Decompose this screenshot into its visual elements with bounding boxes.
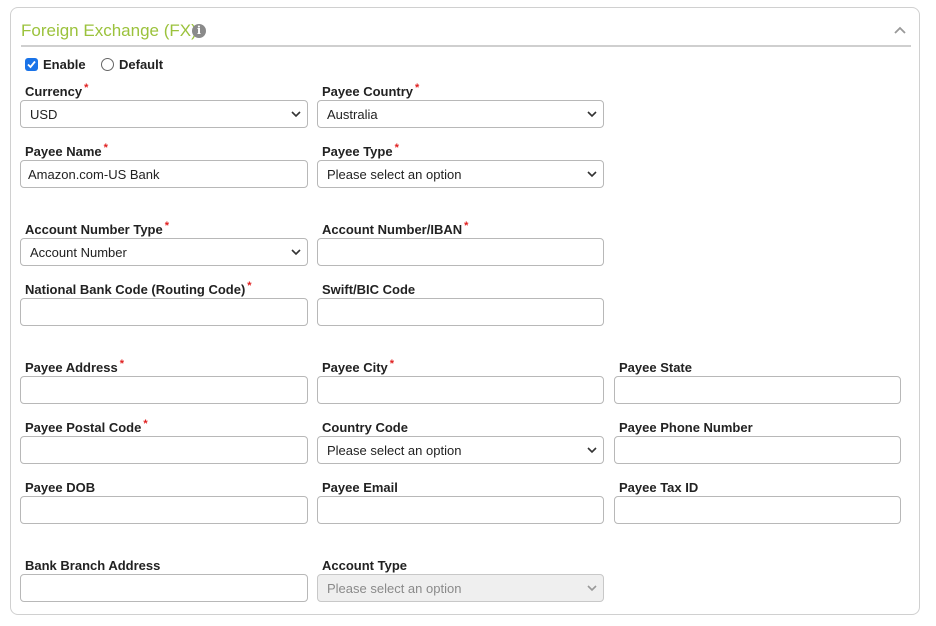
swift-bic-input[interactable] (317, 298, 604, 326)
payee-phone-input[interactable] (614, 436, 901, 464)
payee-email-label: Payee Email (322, 480, 398, 495)
currency-label: Currency * (25, 82, 89, 99)
payee-state-label: Payee State (619, 360, 692, 375)
required-marker: * (415, 82, 420, 94)
payee-city-input[interactable] (317, 376, 604, 404)
payee-country-value: Australia (327, 107, 378, 122)
chevron-down-icon (587, 111, 597, 118)
swift-bic-label: Swift/BIC Code (322, 282, 416, 297)
payee-state-input[interactable] (614, 376, 901, 404)
payee-name-label: Payee Name * (25, 142, 108, 159)
payee-postal-code-input[interactable] (20, 436, 308, 464)
payee-type-label: Payee Type * (322, 142, 399, 159)
currency-select[interactable]: USD (20, 100, 308, 128)
account-type-select: Please select an option (317, 574, 604, 602)
chevron-down-icon (587, 447, 597, 454)
currency-value: USD (30, 107, 58, 122)
chevron-up-icon[interactable] (893, 23, 907, 37)
account-number-type-value: Account Number (30, 245, 127, 260)
payee-type-select[interactable]: Please select an option (317, 160, 604, 188)
chevron-down-icon (587, 171, 597, 178)
section-header[interactable]: Foreign Exchange (FX) i (21, 21, 911, 47)
payee-address-input[interactable] (20, 376, 308, 404)
payee-phone-label: Payee Phone Number (619, 420, 753, 435)
country-code-select[interactable]: Please select an option (317, 436, 604, 464)
account-type-value: Please select an option (327, 581, 462, 596)
account-number-iban-input[interactable] (317, 238, 604, 266)
payee-name-value: Amazon.com-US Bank (28, 167, 160, 182)
chevron-down-icon (291, 111, 301, 118)
required-marker: * (164, 220, 169, 232)
required-marker: * (143, 418, 148, 430)
chevron-down-icon (291, 249, 301, 256)
payee-tax-id-input[interactable] (614, 496, 901, 524)
default-label[interactable]: Default (119, 57, 163, 72)
account-number-type-label: Account Number Type * (25, 220, 169, 237)
required-marker: * (394, 142, 399, 154)
required-marker: * (119, 358, 125, 370)
payee-email-input[interactable] (317, 496, 604, 524)
payee-country-select[interactable]: Australia (317, 100, 604, 128)
required-marker: * (247, 280, 252, 292)
required-marker: * (464, 220, 469, 232)
section-title: Foreign Exchange (FX) (21, 21, 197, 40)
bank-branch-address-label: Bank Branch Address (25, 558, 161, 573)
country-code-value: Please select an option (327, 443, 462, 458)
required-marker: * (84, 82, 89, 94)
required-marker: * (389, 358, 395, 370)
account-number-type-select[interactable]: Account Number (20, 238, 308, 266)
payee-address-label: Payee Address * (25, 358, 125, 375)
country-code-label: Country Code (322, 420, 408, 435)
account-number-iban-label: Account Number/IBAN * (322, 220, 469, 237)
payee-country-label: Payee Country * (322, 82, 420, 99)
payee-postal-code-label: Payee Postal Code * (25, 418, 148, 435)
payee-type-value: Please select an option (327, 167, 462, 182)
bank-branch-address-input[interactable] (20, 574, 308, 602)
national-bank-code-input[interactable] (20, 298, 308, 326)
required-marker: * (103, 142, 108, 154)
payee-name-input[interactable]: Amazon.com-US Bank (20, 160, 308, 188)
enable-label[interactable]: Enable (43, 57, 86, 72)
default-radio[interactable] (101, 58, 114, 71)
chevron-down-icon (587, 585, 597, 592)
info-icon[interactable]: i (192, 24, 206, 38)
enable-checkbox[interactable] (25, 58, 38, 71)
payee-dob-input[interactable] (20, 496, 308, 524)
national-bank-code-label: National Bank Code (Routing Code) * (25, 280, 252, 297)
account-type-label: Account Type (322, 558, 407, 573)
payee-city-label: Payee City * (322, 358, 395, 375)
payee-tax-id-label: Payee Tax ID (619, 480, 699, 495)
payee-dob-label: Payee DOB (25, 480, 96, 495)
